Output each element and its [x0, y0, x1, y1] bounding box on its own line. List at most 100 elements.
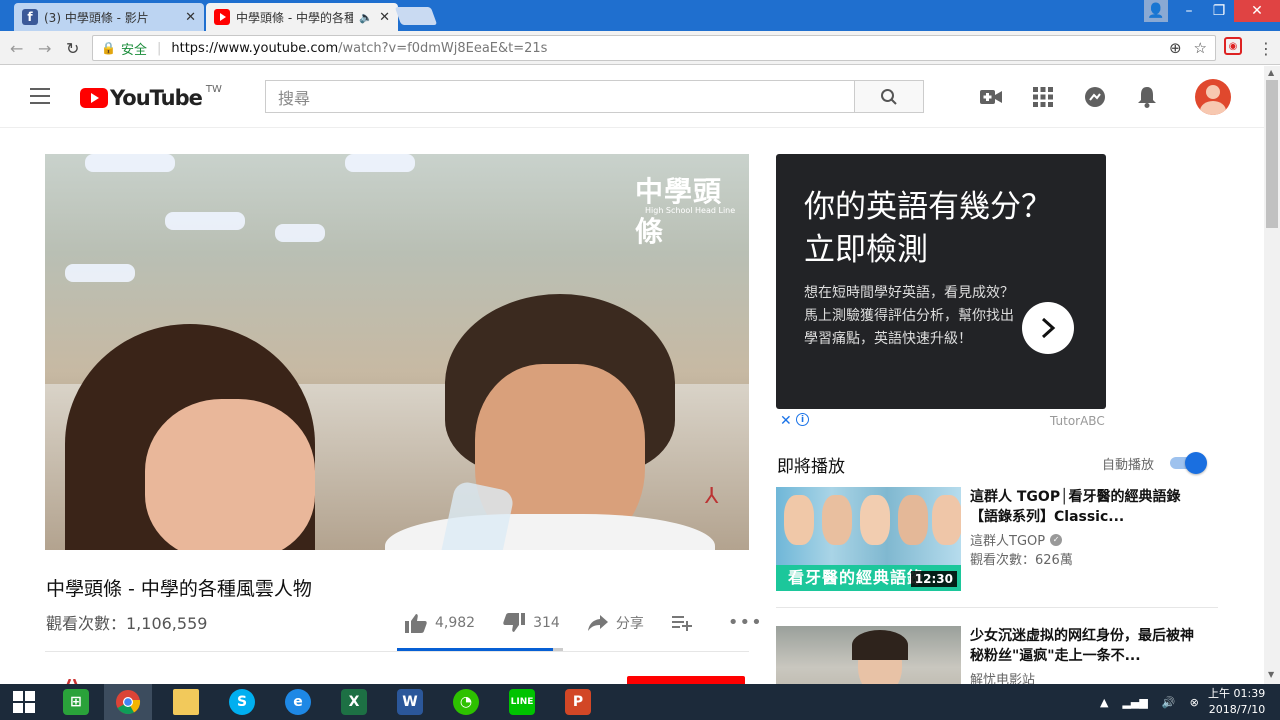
scroll-down-icon[interactable]: ▼ — [1268, 670, 1274, 679]
taskbar-store[interactable]: ⊞ — [52, 684, 100, 720]
skype-icon: S — [229, 689, 255, 715]
url-input[interactable]: 🔒 安全 | https://www.youtube.com/watch?v=f… — [92, 35, 1216, 61]
upload-video-icon[interactable] — [980, 86, 1002, 108]
scroll-up-icon[interactable]: ▲ — [1268, 68, 1274, 77]
autoplay-toggle[interactable] — [1170, 452, 1207, 474]
video-thumbnail[interactable] — [776, 626, 961, 684]
taskbar-wechat[interactable]: ◔ — [442, 684, 490, 720]
recommended-video-channel[interactable]: 解忧电影站 — [970, 669, 1035, 684]
volume-icon[interactable]: 🔊 — [1162, 696, 1176, 709]
taskbar-skype[interactable]: S — [218, 684, 266, 720]
autoplay-label: 自動播放 — [1102, 458, 1155, 473]
thumbs-up-icon — [405, 613, 427, 633]
youtube-header: YouTube TW 搜尋 — [0, 66, 1264, 128]
tab-close-icon[interactable]: ✕ — [379, 10, 390, 25]
tab-close-icon[interactable]: ✕ — [185, 10, 196, 25]
ad-body-text: 想在短時間學好英語，看見成效？馬上測驗獲得評估分析，幫你找出學習痛點，英語快速升… — [804, 285, 1014, 347]
security-label: 安全 — [120, 42, 147, 58]
taskbar-chrome[interactable] — [104, 684, 152, 720]
video-frame-person — [145, 399, 315, 550]
view-count: 觀看次數：1,106,559 — [46, 614, 208, 633]
chrome-icon — [116, 690, 141, 715]
video-thumbnail[interactable]: 看牙醫的經典語錄 12:30 — [776, 487, 961, 591]
network-icon[interactable]: ▂▄▆ — [1122, 696, 1147, 709]
address-bar: ← → ↻ 🔒 安全 | https://www.youtube.com/wat… — [0, 31, 1280, 65]
reload-icon[interactable]: ↻ — [66, 39, 79, 58]
word-icon: W — [397, 689, 423, 715]
line-icon: LINE — [509, 689, 535, 715]
search-icon — [881, 88, 897, 105]
youtube-logo[interactable]: YouTube TW — [80, 84, 222, 110]
maximize-button[interactable]: ❐ — [1204, 0, 1234, 22]
new-tab-button[interactable] — [394, 7, 438, 25]
extension-icon[interactable]: ◉ — [1224, 37, 1242, 55]
save-to-playlist-button[interactable] — [671, 615, 700, 631]
share-icon — [587, 614, 608, 631]
store-icon: ⊞ — [63, 689, 89, 715]
windows-logo-icon — [13, 691, 35, 713]
speaker-icon[interactable]: 🔈 — [359, 11, 373, 24]
url-path: /watch?v=f0dmWj8EeaE&t=21s — [338, 40, 548, 56]
recommended-video[interactable]: 少女沉迷虚拟的网红身份，最后被神秘粉丝"逼疯"走上一条不... 解忧电影站 — [776, 626, 1226, 684]
profile-icon[interactable]: 👤 — [1144, 0, 1168, 22]
tab-facebook[interactable]: f (3) 中學頭條 - 影片 ✕ — [14, 3, 204, 31]
menu-icon[interactable] — [30, 88, 50, 109]
browser-menu-icon[interactable]: ⋮ — [1258, 39, 1274, 58]
scroll-thumb[interactable] — [1266, 80, 1278, 228]
share-button[interactable]: 分享 — [587, 613, 644, 633]
taskbar-powerpoint[interactable]: P — [554, 684, 602, 720]
channel-watermark-subtitle: High School Head Line — [645, 206, 736, 215]
bookmark-star-icon[interactable]: ☆ — [1194, 39, 1207, 57]
ad-info-icon[interactable]: i — [796, 413, 809, 426]
recommended-video-views: 觀看次數：626萬 — [970, 553, 1073, 568]
show-hidden-icons-icon[interactable]: ▲ — [1100, 696, 1108, 709]
youtube-play-icon — [80, 88, 108, 108]
search-input[interactable]: 搜尋 — [265, 80, 855, 113]
recommended-video-title[interactable]: 這群人 TGOP│看牙醫的經典語錄【語錄系列】Classic... — [970, 487, 1200, 527]
taskbar-internet-explorer[interactable]: e — [274, 684, 322, 720]
like-button[interactable]: 4,982 — [405, 613, 475, 633]
subscribe-button[interactable] — [627, 676, 745, 684]
powerpoint-icon: P — [565, 689, 591, 715]
system-clock[interactable]: 上午 01:39 2018/7/10 — [1208, 686, 1265, 718]
add-to-playlist-icon — [671, 615, 692, 631]
start-button[interactable] — [0, 684, 48, 720]
search-button[interactable] — [854, 80, 924, 113]
taskbar-line[interactable]: LINE — [498, 684, 546, 720]
page-scrollbar[interactable]: ▲ ▼ — [1264, 66, 1280, 684]
video-title: 中學頭條 - 中學的各種風雲人物 — [46, 578, 312, 600]
youtube-icon — [214, 9, 230, 25]
ad-advertiser: TutorABC — [1050, 414, 1105, 428]
minimize-button[interactable]: – — [1174, 0, 1204, 22]
zoom-icon[interactable]: ⊕ — [1169, 39, 1182, 57]
messages-icon[interactable] — [1084, 86, 1106, 108]
channel-avatar[interactable] — [58, 674, 88, 684]
recommended-video-channel[interactable]: 這群人TGOP ✓ — [970, 530, 1063, 549]
facebook-icon: f — [22, 9, 38, 25]
ad-open-button[interactable] — [1022, 302, 1074, 354]
up-next-heading: 即將播放 — [777, 457, 845, 477]
dislike-button[interactable]: 314 — [503, 612, 560, 633]
notifications-bell-icon[interactable] — [1136, 86, 1158, 108]
forward-icon[interactable]: → — [38, 39, 51, 58]
tab-youtube[interactable]: 中學頭條 - 中學的各種 🔈 ✕ — [206, 3, 398, 31]
taskbar-word[interactable]: W — [386, 684, 434, 720]
lock-icon: 🔒 — [101, 41, 116, 55]
more-actions-button[interactable]: ••• — [728, 612, 763, 633]
recommended-video[interactable]: 看牙醫的經典語錄 12:30 這群人 TGOP│看牙醫的經典語錄【語錄系列】Cl… — [776, 487, 1226, 591]
ad-close-icon[interactable]: ✕ — [780, 413, 792, 429]
notification-icon[interactable]: ⊗ — [1190, 696, 1199, 709]
account-avatar[interactable] — [1195, 79, 1231, 115]
taskbar-excel[interactable]: X — [330, 684, 378, 720]
back-icon[interactable]: ← — [10, 39, 23, 58]
close-window-button[interactable]: ✕ — [1234, 0, 1280, 22]
system-tray: ▲ ▂▄▆ 🔊 ⊗ — [1100, 684, 1199, 720]
logo-mark-icon: ⅄ — [705, 484, 719, 509]
ad-card[interactable]: 你的英語有幾分？ 立即檢測 想在短時間學好英語，看見成效？馬上測驗獲得評估分析，… — [776, 154, 1106, 409]
wechat-icon: ◔ — [453, 689, 479, 715]
recommended-video-title[interactable]: 少女沉迷虚拟的网红身份，最后被神秘粉丝"逼疯"走上一条不... — [970, 626, 1200, 666]
taskbar-file-explorer[interactable] — [162, 684, 210, 720]
video-player[interactable]: 中學頭條 High School Head Line ⅄ — [45, 154, 749, 550]
apps-grid-icon[interactable] — [1032, 86, 1054, 108]
url-host: https://www.youtube.com — [171, 40, 339, 56]
